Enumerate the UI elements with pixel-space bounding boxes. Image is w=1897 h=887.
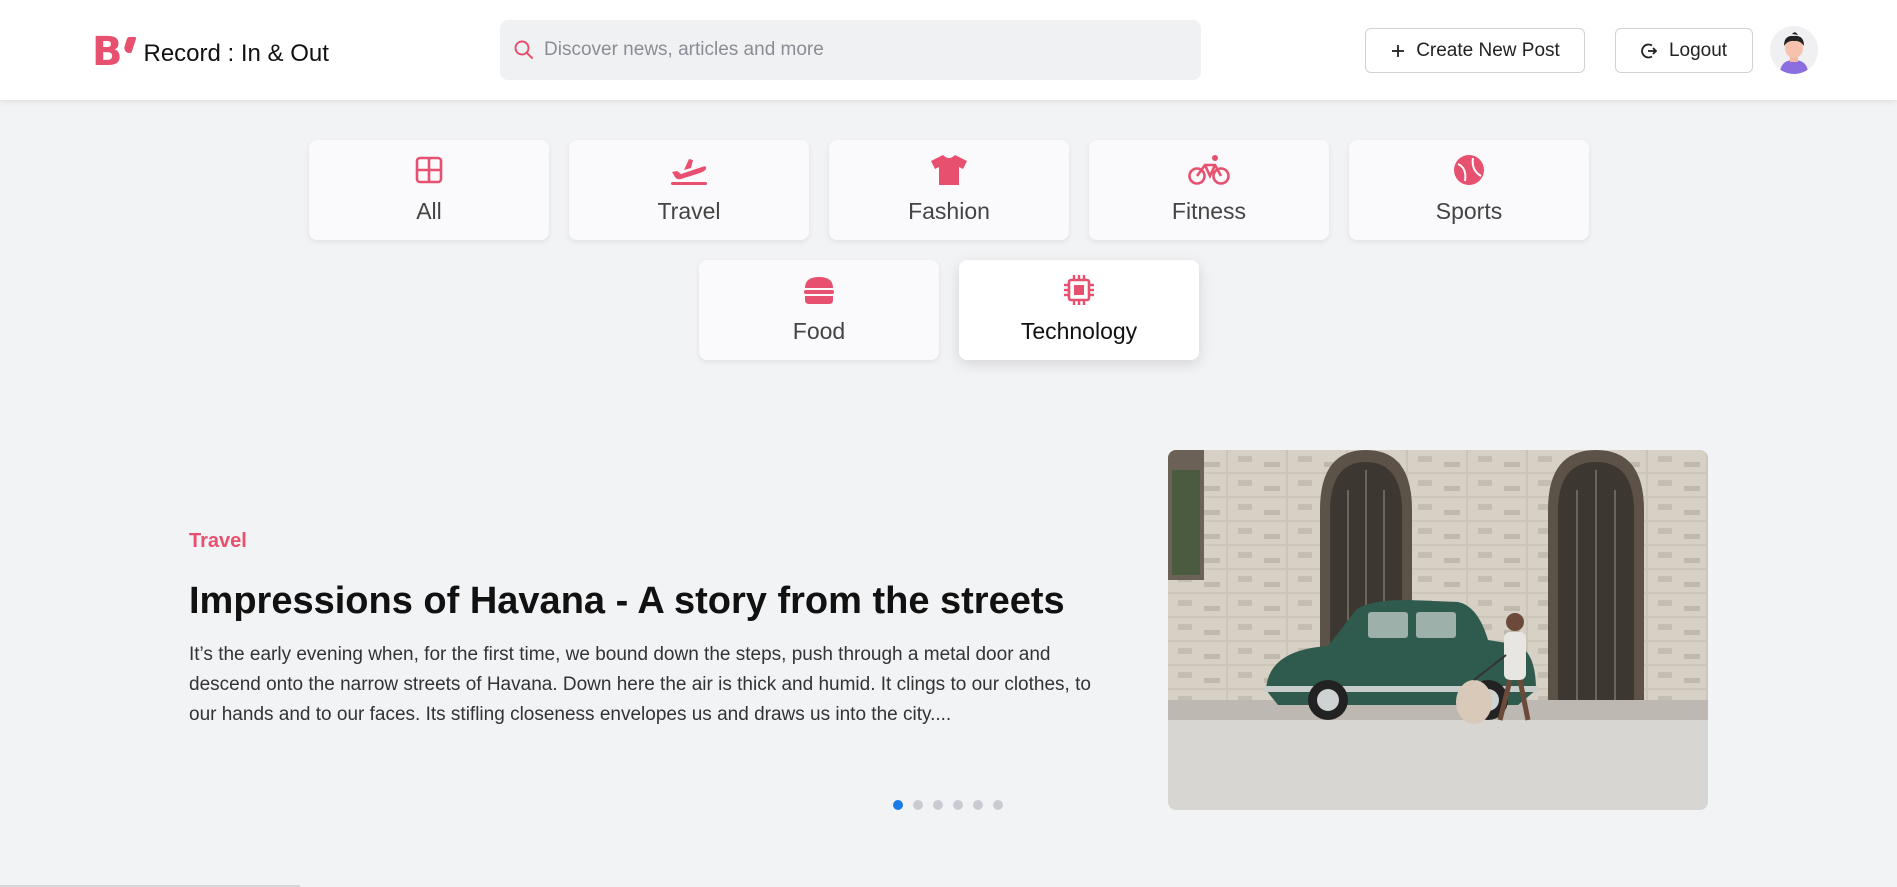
category-label: All	[416, 198, 442, 224]
logout-label: Logout	[1668, 39, 1728, 61]
brand-name: Record : In & Out	[143, 40, 329, 67]
category-label: Fitness	[1171, 198, 1247, 224]
bicycle-icon	[1188, 154, 1230, 186]
featured-category[interactable]: Travel	[189, 530, 247, 553]
search-bar[interactable]	[500, 20, 1201, 80]
category-all[interactable]: All	[309, 140, 549, 240]
category-label: Travel	[657, 198, 721, 224]
featured-image[interactable]	[1168, 450, 1708, 810]
create-post-label: Create New Post	[1416, 39, 1560, 61]
carousel-dot[interactable]	[973, 800, 983, 810]
category-travel[interactable]: Travel	[569, 140, 809, 240]
carousel-dot[interactable]	[953, 800, 963, 810]
logout-button[interactable]: Logout	[1615, 28, 1753, 73]
top-header: B Record : In & Out Create New Post	[0, 0, 1897, 100]
category-label: Fashion	[908, 198, 990, 224]
search-icon	[512, 38, 536, 62]
search-input[interactable]	[544, 39, 1184, 61]
carousel-dot[interactable]	[993, 800, 1003, 810]
grid-icon	[415, 154, 443, 186]
tshirt-icon	[929, 154, 969, 186]
ball-icon	[1453, 154, 1485, 186]
burger-icon	[803, 274, 835, 306]
plus-icon	[1390, 43, 1406, 59]
category-technology[interactable]: Technology	[959, 260, 1199, 360]
category-label: Technology	[1020, 318, 1138, 344]
carousel-dot[interactable]	[893, 800, 903, 810]
user-avatar[interactable]	[1770, 26, 1818, 74]
featured-excerpt: It’s the early evening when, for the fir…	[189, 644, 1091, 725]
carousel-indicators	[893, 800, 1013, 810]
category-sports[interactable]: Sports	[1349, 140, 1589, 240]
brand-logo[interactable]: B Record : In & Out	[92, 32, 329, 72]
carousel-dot[interactable]	[913, 800, 923, 810]
category-label: Sports	[1435, 198, 1503, 224]
carousel-dot[interactable]	[933, 800, 943, 810]
create-post-button[interactable]: Create New Post	[1365, 28, 1585, 73]
brand-tick	[121, 37, 137, 53]
logout-icon	[1641, 42, 1659, 60]
featured-title[interactable]: Impressions of Havana - A story from the…	[189, 580, 1089, 623]
category-food[interactable]: Food	[699, 260, 939, 360]
chip-icon	[1063, 274, 1095, 306]
plane-icon	[669, 154, 709, 186]
category-fashion[interactable]: Fashion	[829, 140, 1069, 240]
brand-mark: B	[92, 29, 122, 75]
category-fitness[interactable]: Fitness	[1089, 140, 1329, 240]
category-label: Food	[792, 318, 846, 344]
